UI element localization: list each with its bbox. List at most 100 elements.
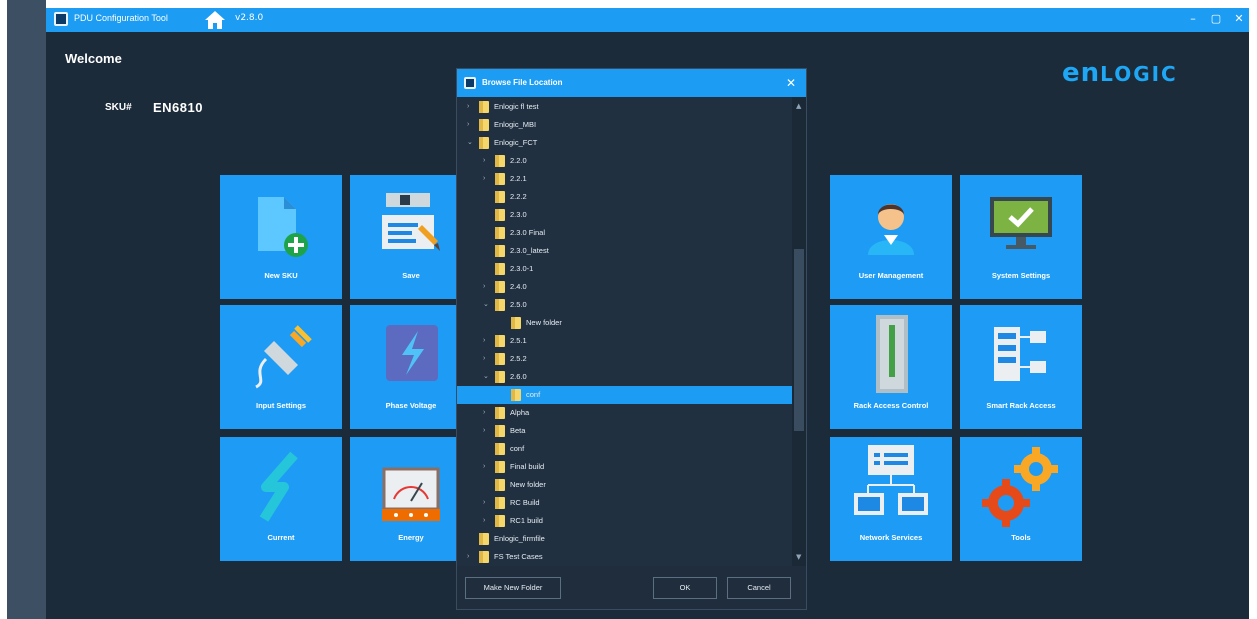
tree-item[interactable]: 2.2.2 — [457, 188, 792, 206]
tree-item[interactable]: › Beta — [457, 422, 792, 440]
tree-item-label: 2.3.0 Final — [510, 228, 546, 237]
ok-button[interactable]: OK — [653, 577, 717, 599]
scroll-up-arrow[interactable]: ▲ — [796, 102, 804, 110]
tile-label: System Settings — [991, 271, 1051, 280]
tree-item[interactable]: 2.3.0 Final — [457, 224, 792, 242]
tree-item-label: 2.2.2 — [510, 192, 527, 201]
folder-icon — [479, 119, 489, 131]
tree-item[interactable]: › 2.4.0 — [457, 278, 792, 296]
tree-item[interactable]: conf — [457, 440, 792, 458]
tree-item[interactable]: 2.3.0_latest — [457, 242, 792, 260]
folder-icon — [495, 245, 505, 257]
tree-item[interactable]: › 2.5.1 — [457, 332, 792, 350]
tree-item[interactable]: 2.3.0-1 — [457, 260, 792, 278]
tile-energy[interactable]: Energy — [350, 437, 472, 561]
tile-save[interactable]: Save — [350, 175, 472, 299]
tree-item[interactable]: ⌄ 2.6.0 — [457, 368, 792, 386]
tree-item[interactable]: › RC1 build — [457, 512, 792, 530]
tree-item[interactable]: › FS Test Cases — [457, 548, 792, 566]
tree-item[interactable]: › Final build — [457, 458, 792, 476]
folder-icon — [495, 335, 505, 347]
tree-item[interactable]: ⌄ 2.5.0 — [457, 296, 792, 314]
dialog-title-bar[interactable]: Browse File Location ✕ — [457, 69, 806, 97]
tile-tools[interactable]: Tools — [960, 437, 1082, 561]
title-bar[interactable]: PDU Configuration Tool v2.8.0 – ▢ ✕ — [46, 8, 1249, 32]
version-label: v2.8.0 — [235, 13, 264, 23]
tile-phase-voltage[interactable]: Phase Voltage — [350, 305, 472, 429]
folder-icon — [479, 137, 489, 149]
tile-label: Rack Access Control — [853, 401, 929, 410]
tree-item[interactable]: Enlogic_firmfile — [457, 530, 792, 548]
tile-network-services[interactable]: Network Services — [830, 437, 952, 561]
tile-input-settings[interactable]: Input Settings — [220, 305, 342, 429]
folder-icon — [495, 479, 505, 491]
tree-item-label: conf — [526, 390, 541, 399]
scroll-down-arrow[interactable]: ▼ — [796, 553, 804, 561]
cancel-button[interactable]: Cancel — [727, 577, 791, 599]
tile-user-management[interactable]: User Management — [830, 175, 952, 299]
folder-icon — [495, 461, 505, 473]
tree-item[interactable]: › Alpha — [457, 404, 792, 422]
tree-item[interactable]: conf — [457, 386, 792, 404]
folder-icon — [495, 227, 505, 239]
collapsed-arrow-icon[interactable]: › — [467, 103, 475, 111]
collapsed-arrow-icon[interactable]: › — [483, 463, 491, 471]
minimize-button[interactable]: – — [1186, 12, 1200, 26]
tree-item[interactable]: › 2.5.2 — [457, 350, 792, 368]
collapsed-arrow-icon[interactable]: › — [483, 427, 491, 435]
collapsed-arrow-icon[interactable]: › — [483, 283, 491, 291]
folder-icon — [495, 155, 505, 167]
collapsed-arrow-icon[interactable]: › — [483, 409, 491, 417]
tile-system-settings[interactable]: System Settings — [960, 175, 1082, 299]
tree-item-label: 2.2.0 — [510, 156, 527, 165]
close-button[interactable]: ✕ — [1232, 12, 1246, 26]
tree-item[interactable]: New folder — [457, 314, 792, 332]
folder-icon — [495, 443, 505, 455]
collapsed-arrow-icon[interactable]: › — [483, 157, 491, 165]
folder-icon — [495, 191, 505, 203]
tree-item[interactable]: 2.3.0 — [457, 206, 792, 224]
folder-tree[interactable]: › Enlogic fl test › Enlogic_MBI ⌄ Enlogic_FCT… — [457, 97, 806, 566]
scrollbar-thumb[interactable] — [794, 249, 804, 431]
folder-icon — [495, 353, 505, 365]
plug-icon — [255, 325, 312, 389]
tile-rack-access-control[interactable]: Rack Access Control — [830, 305, 952, 429]
tree-item-label: Final build — [510, 462, 545, 471]
tile-label: Input Settings — [256, 401, 306, 410]
collapsed-arrow-icon[interactable]: › — [467, 553, 475, 561]
tree-item[interactable]: › Enlogic fl test — [457, 98, 792, 116]
tree-item[interactable]: › Enlogic_MBI — [457, 116, 792, 134]
user-icon — [868, 204, 914, 255]
tree-item[interactable]: New folder — [457, 476, 792, 494]
collapsed-arrow-icon[interactable]: › — [483, 355, 491, 363]
tile-new-sku[interactable]: New SKU — [220, 175, 342, 299]
save-icon — [382, 193, 440, 251]
tree-item-label: FS Test Cases — [494, 552, 543, 561]
tree-item[interactable]: › 2.2.0 — [457, 152, 792, 170]
expanded-arrow-icon[interactable]: ⌄ — [483, 301, 491, 309]
tree-item[interactable]: ⌄ Enlogic_FCT — [457, 134, 792, 152]
collapsed-arrow-icon[interactable]: › — [483, 517, 491, 525]
tile-smart-rack-access[interactable]: Smart Rack Access — [960, 305, 1082, 429]
collapsed-arrow-icon[interactable]: › — [483, 175, 491, 183]
home-icon[interactable] — [204, 10, 226, 30]
tree-item-label: New folder — [526, 318, 562, 327]
server-network-icon — [994, 327, 1046, 381]
tile-label: Save — [402, 271, 420, 280]
tree-item[interactable]: › 2.2.1 — [457, 170, 792, 188]
collapsed-arrow-icon[interactable]: › — [483, 499, 491, 507]
tile-current[interactable]: Current — [220, 437, 342, 561]
collapsed-arrow-icon[interactable]: › — [467, 121, 475, 129]
maximize-button[interactable]: ▢ — [1209, 12, 1223, 26]
expanded-arrow-icon[interactable]: ⌄ — [483, 373, 491, 381]
tile-label: Smart Rack Access — [986, 401, 1056, 410]
dialog-close-button[interactable]: ✕ — [786, 76, 796, 90]
expanded-arrow-icon[interactable]: ⌄ — [467, 139, 475, 147]
make-new-folder-button[interactable]: Make New Folder — [465, 577, 561, 599]
collapsed-arrow-icon[interactable]: › — [483, 337, 491, 345]
folder-icon — [511, 317, 521, 329]
gears-icon — [982, 447, 1058, 527]
rack-door-icon — [876, 315, 908, 393]
tree-item-label: 2.5.2 — [510, 354, 527, 363]
tree-item[interactable]: › RC Build — [457, 494, 792, 512]
